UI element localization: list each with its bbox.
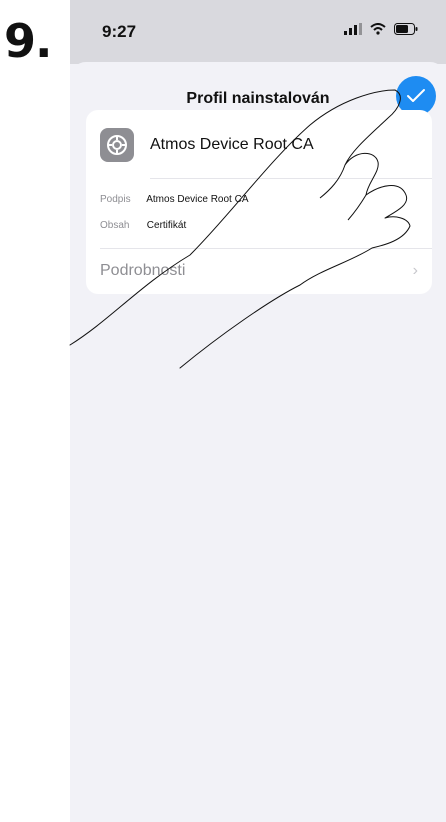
divider (100, 248, 432, 249)
battery-icon (394, 23, 418, 35)
contains-value: Certifikát (146, 220, 187, 231)
contains-row: Obsah Certifikát (100, 220, 186, 231)
sheet-title: Profil nainstalován (186, 90, 330, 107)
step-number: 9. (4, 14, 52, 68)
profile-name: Atmos Device Root CA (150, 136, 314, 153)
divider (150, 178, 432, 179)
contains-label: Obsah (100, 220, 130, 231)
signal-icon (344, 23, 362, 35)
settings-gear-icon (100, 128, 134, 162)
wifi-icon (370, 23, 386, 35)
details-label: Podrobnosti (100, 262, 186, 279)
status-bar: 9:27 (70, 0, 446, 64)
status-icons (344, 23, 418, 35)
details-row[interactable]: Podrobnosti › (86, 262, 432, 292)
phone-screen: 9:27 Profil nainstalován Atmos Device Ro… (70, 0, 446, 822)
profile-card: Atmos Device Root CA Podpis Atmos Device… (86, 110, 432, 294)
signed-label: Podpis (100, 194, 131, 205)
signed-row: Podpis Atmos Device Root CA (100, 194, 249, 205)
signed-value: Atmos Device Root CA (146, 194, 249, 205)
checkmark-icon (407, 89, 425, 102)
chevron-right-icon: › (412, 262, 418, 279)
status-time: 9:27 (102, 22, 137, 41)
